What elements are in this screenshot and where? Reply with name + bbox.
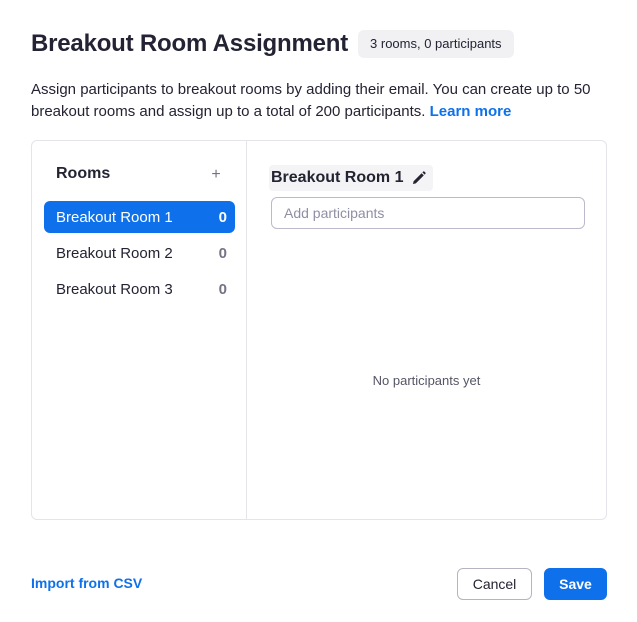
dialog-title: Breakout Room Assignment <box>31 30 349 57</box>
description: Assign participants to breakout rooms by… <box>31 79 611 123</box>
assignment-panel: Rooms + Breakout Room 1 0 Breakout Room … <box>31 140 607 520</box>
add-room-button[interactable]: + <box>208 165 224 185</box>
room-title-field[interactable]: Breakout Room 1 <box>269 165 434 191</box>
rooms-heading: Rooms <box>56 165 111 182</box>
rooms-column: Rooms + Breakout Room 1 0 Breakout Room … <box>32 141 247 519</box>
title-row: Breakout Room Assignment 3 rooms, 0 part… <box>31 30 514 58</box>
summary-badge: 3 rooms, 0 participants <box>358 30 514 58</box>
add-participants-input[interactable] <box>271 197 585 229</box>
import-csv-link[interactable]: Import from CSV <box>31 575 142 591</box>
room-detail: Breakout Room 1 No participants yet <box>247 141 606 519</box>
room-name: Breakout Room 2 <box>56 244 173 262</box>
room-item-1[interactable]: Breakout Room 1 0 <box>44 201 235 233</box>
empty-state-text: No participants yet <box>372 373 481 388</box>
room-count: 0 <box>218 244 227 262</box>
pencil-icon[interactable] <box>411 170 427 186</box>
room-count: 0 <box>218 280 227 298</box>
room-item-2[interactable]: Breakout Room 2 0 <box>44 237 235 269</box>
room-count: 0 <box>218 208 227 226</box>
learn-more-link[interactable]: Learn more <box>430 103 512 120</box>
plus-icon: + <box>211 166 221 183</box>
room-name: Breakout Room 1 <box>56 208 173 226</box>
room-item-3[interactable]: Breakout Room 3 0 <box>44 273 235 305</box>
cancel-button[interactable]: Cancel <box>457 568 532 600</box>
room-title: Breakout Room 1 <box>271 169 404 186</box>
save-button[interactable]: Save <box>544 568 607 600</box>
room-name: Breakout Room 3 <box>56 280 173 298</box>
breakout-room-dialog: Breakout Room Assignment 3 rooms, 0 part… <box>0 0 637 622</box>
room-list: Breakout Room 1 0 Breakout Room 2 0 Brea… <box>44 201 235 309</box>
